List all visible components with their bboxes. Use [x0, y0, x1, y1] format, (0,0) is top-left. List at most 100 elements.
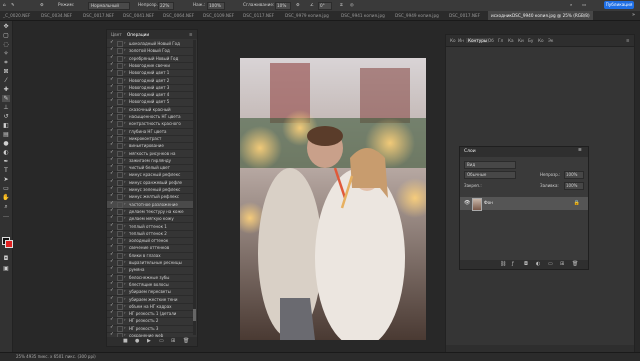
checkmark-icon[interactable]: ✓	[110, 128, 114, 133]
doc-tab[interactable]: DSC_0041.NEF	[120, 11, 157, 20]
expand-chevron-icon[interactable]: ›	[124, 325, 126, 330]
checkmark-icon[interactable]: ✓	[110, 266, 114, 271]
dialog-toggle[interactable]	[117, 128, 123, 135]
rectangle-tool-icon[interactable]: ▭	[2, 185, 10, 192]
expand-chevron-icon[interactable]: ›	[124, 84, 126, 89]
expand-chevron-icon[interactable]: ›	[124, 317, 126, 322]
expand-chevron-icon[interactable]: ›	[124, 259, 126, 264]
panel-tab[interactable]: Бу	[528, 38, 533, 43]
layers-title[interactable]: Слои	[464, 149, 476, 154]
expand-chevron-icon[interactable]: ›	[124, 274, 126, 279]
doc-tab[interactable]: DSC_0017.NEF	[80, 11, 117, 20]
expand-chevron-icon[interactable]: ›	[124, 237, 126, 242]
checkmark-icon[interactable]: ✓	[110, 135, 114, 140]
panel-menu-icon[interactable]: ≡	[626, 38, 630, 43]
checkmark-icon[interactable]: ✓	[110, 303, 114, 308]
expand-chevron-icon[interactable]: ›	[124, 201, 126, 206]
record-icon[interactable]: ●	[135, 338, 139, 344]
checkmark-icon[interactable]: ✓	[110, 230, 114, 235]
checkmark-icon[interactable]: ✓	[110, 84, 114, 89]
tab-actions[interactable]: Операции	[127, 32, 149, 37]
checkmark-icon[interactable]: ✓	[110, 55, 114, 60]
dialog-toggle[interactable]	[117, 77, 123, 84]
artboard-tool-icon[interactable]: ▢	[2, 32, 10, 39]
expand-chevron-icon[interactable]: ›	[124, 296, 126, 301]
layer-opacity-field[interactable]: 100%	[564, 171, 584, 179]
tab-paths[interactable]: Контуры	[466, 38, 490, 43]
expand-chevron-icon[interactable]: ›	[124, 40, 126, 45]
expand-chevron-icon[interactable]: ›	[124, 186, 126, 191]
checkmark-icon[interactable]: ✓	[110, 150, 114, 155]
checkmark-icon[interactable]: ✓	[110, 171, 114, 176]
dialog-toggle[interactable]	[117, 84, 123, 91]
expand-chevron-icon[interactable]: ›	[124, 62, 126, 67]
expand-chevron-icon[interactable]: ›	[124, 55, 126, 60]
expand-chevron-icon[interactable]: ›	[124, 208, 126, 213]
dialog-toggle[interactable]	[117, 70, 123, 77]
settings-gear-icon[interactable]: ⚙	[296, 2, 300, 7]
new-set-icon[interactable]: ▭	[159, 338, 164, 344]
checkmark-icon[interactable]: ✓	[110, 62, 114, 67]
expand-chevron-icon[interactable]: ›	[124, 193, 126, 198]
expand-chevron-icon[interactable]: ›	[124, 171, 126, 176]
home-icon[interactable]: ⌂	[3, 2, 6, 7]
scrollbar-thumb[interactable]	[193, 308, 196, 321]
checkmark-icon[interactable]: ✓	[110, 288, 114, 293]
dialog-toggle[interactable]	[117, 106, 123, 113]
background-color-swatch[interactable]	[5, 240, 13, 248]
brush-settings-icon[interactable]: ⚙	[40, 2, 44, 7]
dialog-toggle[interactable]	[117, 135, 123, 142]
checkmark-icon[interactable]: ✓	[110, 317, 114, 322]
dialog-toggle[interactable]	[117, 252, 123, 259]
play-icon[interactable]: ▶	[147, 338, 151, 344]
dialog-toggle[interactable]	[117, 245, 123, 252]
checkmark-icon[interactable]: ✓	[110, 77, 114, 82]
mode-select[interactable]: Нормальный	[88, 2, 130, 10]
dialog-toggle[interactable]	[117, 194, 123, 201]
mask-icon[interactable]: ◘	[524, 261, 528, 267]
doc-tab[interactable]: DSC_0017.NEF	[446, 11, 483, 20]
gradient-icon[interactable]: ▤	[2, 131, 10, 138]
checkmark-icon[interactable]: ✓	[110, 201, 114, 206]
expand-chevron-icon[interactable]: ›	[124, 142, 126, 147]
fx-icon[interactable]: ƒ	[512, 261, 514, 267]
checkmark-icon[interactable]: ✓	[110, 186, 114, 191]
zoom-tool-icon[interactable]: ⌕	[2, 203, 10, 210]
canvas-photo[interactable]	[240, 58, 426, 340]
doc-tab[interactable]: DSC_0064.NEF	[160, 11, 197, 20]
expand-chevron-icon[interactable]: ›	[124, 230, 126, 235]
dialog-toggle[interactable]	[117, 55, 123, 62]
eyedropper-icon[interactable]: ⁄	[2, 77, 10, 84]
opacity-field[interactable]: 22%	[158, 2, 174, 10]
expand-chevron-icon[interactable]: ›	[124, 288, 126, 293]
pen-tool-icon[interactable]: ✒	[2, 158, 10, 165]
doc-tab[interactable]: DSC_0109.NEF	[200, 11, 237, 20]
dialog-toggle[interactable]	[117, 99, 123, 106]
expand-chevron-icon[interactable]: ›	[124, 47, 126, 52]
expand-chevron-icon[interactable]: ›	[124, 150, 126, 155]
delete-icon[interactable]: 🗑	[572, 261, 578, 267]
doc-tab[interactable]: DSC_9979 копия.jpg	[282, 11, 332, 20]
expand-chevron-icon[interactable]: ›	[124, 164, 126, 169]
dialog-toggle[interactable]	[117, 92, 123, 99]
dialog-toggle[interactable]	[117, 114, 123, 120]
publish-button[interactable]: Публикация	[604, 1, 634, 9]
move-tool-icon[interactable]: ✥	[2, 23, 10, 30]
dialog-toggle[interactable]	[117, 208, 123, 215]
checkmark-icon[interactable]: ✓	[110, 113, 114, 118]
checkmark-icon[interactable]: ✓	[110, 274, 114, 279]
panel-menu-icon[interactable]: ≡	[189, 32, 193, 37]
dialog-toggle[interactable]	[117, 281, 123, 288]
checkmark-icon[interactable]: ✓	[110, 98, 114, 103]
lock-icon[interactable]: 🔒	[574, 200, 580, 206]
dialog-toggle[interactable]	[117, 230, 123, 237]
dialog-toggle[interactable]	[117, 187, 123, 193]
tab-overflow-icon[interactable]: »	[632, 12, 635, 18]
adjustment-icon[interactable]: ◐	[536, 261, 540, 267]
expand-chevron-icon[interactable]: ›	[124, 135, 126, 140]
dialog-toggle[interactable]	[117, 179, 123, 186]
new-layer-icon[interactable]: ⊞	[560, 261, 564, 267]
checkmark-icon[interactable]: ✓	[110, 40, 114, 45]
dialog-toggle[interactable]	[117, 201, 123, 208]
group-icon[interactable]: ▭	[548, 261, 553, 267]
